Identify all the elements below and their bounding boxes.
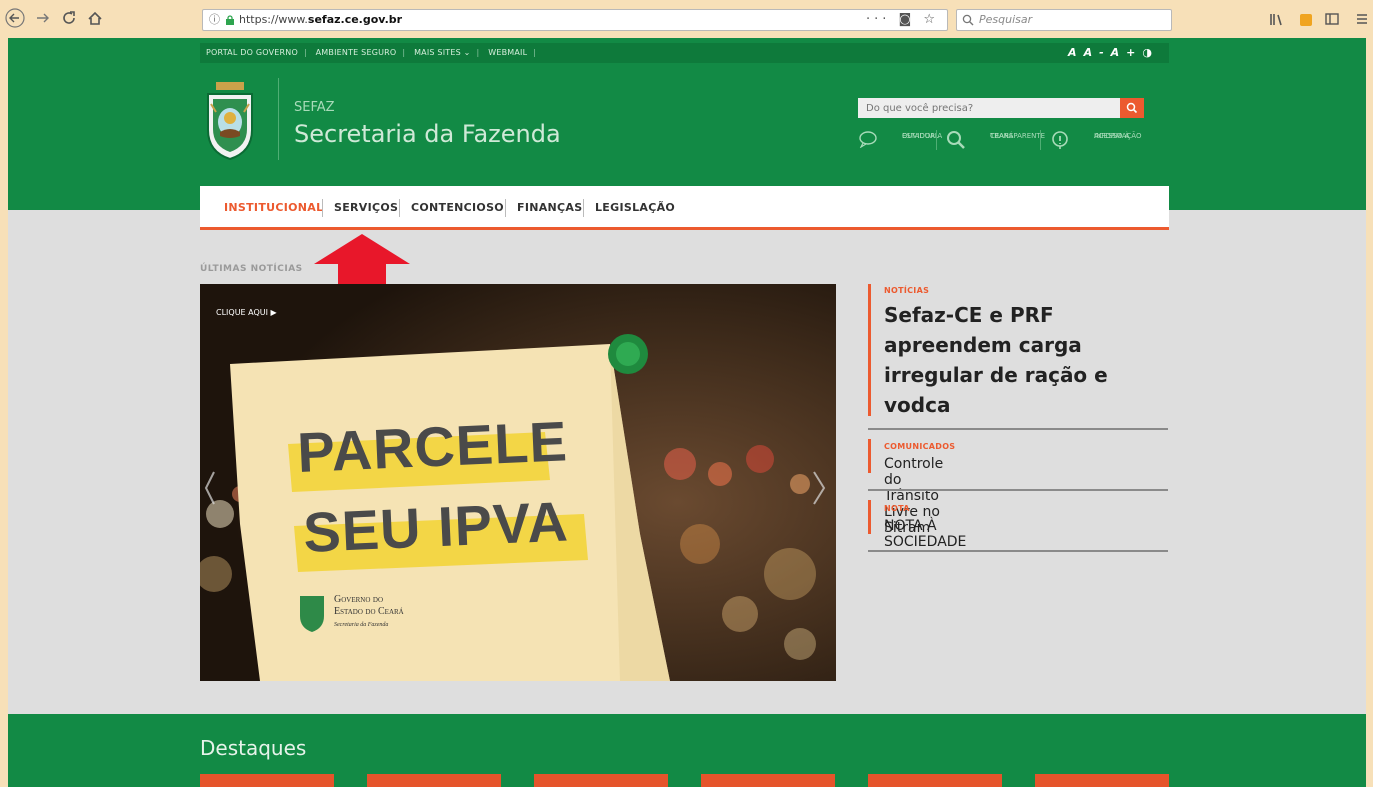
- info-icon[interactable]: ⓘ: [209, 10, 220, 30]
- site-search-button[interactable]: [1120, 98, 1144, 118]
- font-increase-button[interactable]: A+: [1111, 46, 1143, 59]
- menu-divider: [322, 199, 323, 217]
- browser-search-placeholder: Pesquisar: [979, 13, 1033, 26]
- link-ambiente-seguro[interactable]: AMBIENTE SEGURO: [316, 48, 397, 57]
- news-carousel[interactable]: CLIQUE AQUI ▶ PARCELE SEU IPVA Governo d…: [200, 284, 836, 681]
- transparente-label: CEARÁ TRANSPARENTE: [968, 130, 1045, 140]
- acesso-line2: INFORMAÇÃO: [1094, 132, 1142, 140]
- font-reset-button[interactable]: A: [1068, 46, 1084, 59]
- state-crest-icon[interactable]: [202, 82, 258, 160]
- top-links-bar: PORTAL DO GOVERNO | AMBIENTE SEGURO | MAIS…: [200, 43, 1169, 63]
- url-text: https://www.sefaz.ce.gov.br: [239, 10, 402, 30]
- menu-icon[interactable]: [1356, 9, 1368, 31]
- bookmark-star-icon[interactable]: ☆: [923, 12, 939, 27]
- menu-divider: [505, 199, 506, 217]
- magnifier-icon: [947, 131, 965, 149]
- accessibility-controls: AA-A+◑: [1068, 43, 1159, 63]
- menu-item-financas[interactable]: FINANÇAS: [517, 201, 582, 214]
- brand-title[interactable]: Secretaria da Fazenda: [294, 120, 561, 148]
- menu-item-institucional[interactable]: INSTITUCIONAL: [224, 201, 323, 214]
- divider: |: [476, 48, 480, 57]
- home-icon[interactable]: [86, 8, 104, 30]
- destaque-card[interactable]: [534, 774, 668, 787]
- news-tag: NOTA: [884, 504, 910, 513]
- info-icon: [1052, 131, 1068, 149]
- browser-toolbar: ⓘ https://www.sefaz.ce.gov.br ··· ◙ ☆ Pe…: [0, 0, 1373, 38]
- menu-divider: [583, 199, 584, 217]
- destaque-card[interactable]: [868, 774, 1002, 787]
- menu-item-legislacao[interactable]: LEGISLAÇÃO: [595, 201, 675, 214]
- pocket-icon[interactable]: ◙: [899, 12, 916, 27]
- acesso-label: ACESSO À INFORMAÇÃO: [1072, 130, 1142, 140]
- search-icon: [962, 14, 974, 26]
- search-icon: [1126, 102, 1138, 114]
- lock-icon: [226, 15, 234, 25]
- extension-icon[interactable]: [1300, 14, 1312, 26]
- library-icon[interactable]: [1268, 9, 1284, 31]
- more-icon[interactable]: ···: [866, 12, 890, 27]
- link-mais-sites[interactable]: MAIS SITES ⌄: [414, 48, 470, 57]
- carousel-image: [200, 284, 836, 681]
- banner-headline-line1: PARCELE: [296, 409, 569, 484]
- destaque-card[interactable]: [701, 774, 835, 787]
- section-label: ÚLTIMAS NOTÍCIAS: [200, 264, 303, 274]
- banner-gov-logo-text: Governo do Estado do Ceará Secretaria da…: [334, 594, 404, 631]
- banner-headline-line2: SEU IPVA: [302, 489, 570, 564]
- link-webmail[interactable]: WEBMAIL: [488, 48, 527, 57]
- gov-line2: Estado do Ceará: [334, 606, 404, 617]
- ouvidoria-label: OUVIDORIA ESTADUAL: [880, 130, 950, 140]
- news-tag: NOTÍCIAS: [884, 286, 930, 295]
- gov-line3: Secretaria da Fazenda: [334, 622, 389, 628]
- page-actions: ··· ◙ ☆: [866, 10, 939, 30]
- news-divider: [868, 550, 1168, 552]
- sidebar-icon[interactable]: [1324, 9, 1340, 31]
- destaque-card[interactable]: [200, 774, 334, 787]
- destaques-section: Destaques: [8, 714, 1366, 787]
- quick-divider: [936, 130, 937, 150]
- reload-icon[interactable]: [60, 8, 78, 30]
- site-search-input[interactable]: [858, 98, 1120, 118]
- address-bar[interactable]: ⓘ https://www.sefaz.ce.gov.br ··· ◙ ☆: [202, 9, 948, 31]
- menu-divider: [399, 199, 400, 217]
- divider: |: [303, 48, 307, 57]
- menu-item-contencioso[interactable]: CONTENCIOSO: [411, 201, 504, 214]
- destaque-card[interactable]: [1035, 774, 1169, 787]
- web-page: PORTAL DO GOVERNO | AMBIENTE SEGURO | MAIS…: [8, 38, 1366, 787]
- news-accent-bar: [868, 284, 871, 416]
- destaques-title: Destaques: [200, 736, 307, 760]
- top-links: PORTAL DO GOVERNO | AMBIENTE SEGURO | MAIS…: [206, 43, 542, 63]
- font-decrease-button[interactable]: A-: [1084, 46, 1111, 59]
- chat-bubble-icon: [859, 131, 877, 148]
- site-header: PORTAL DO GOVERNO | AMBIENTE SEGURO | MAIS…: [8, 38, 1366, 210]
- back-icon[interactable]: [4, 8, 26, 30]
- brand-acronym: SEFAZ: [294, 100, 335, 115]
- news-divider: [868, 489, 1168, 491]
- link-ceara-transparente[interactable]: CEARÁ TRANSPARENTE: [946, 128, 1045, 152]
- news-accent-bar: [868, 500, 871, 534]
- destaque-card[interactable]: [367, 774, 501, 787]
- link-ouvidoria[interactable]: OUVIDORIA ESTADUAL: [858, 128, 942, 152]
- url-prefix: https://www.: [239, 13, 308, 26]
- site-search: [858, 98, 1144, 118]
- brand-divider: [278, 78, 279, 160]
- divider: |: [402, 48, 406, 57]
- divider: |: [533, 48, 537, 57]
- link-portal-do-governo[interactable]: PORTAL DO GOVERNO: [206, 48, 298, 57]
- menu-item-servicos[interactable]: SERVIÇOS: [334, 201, 398, 214]
- quick-divider: [1040, 130, 1041, 150]
- news-divider: [868, 428, 1168, 430]
- click-here-link[interactable]: CLIQUE AQUI ▶: [216, 308, 277, 317]
- forward-icon[interactable]: [34, 8, 52, 30]
- news-accent-bar: [868, 439, 871, 473]
- url-domain: sefaz.ce.gov.br: [307, 13, 403, 26]
- news-headline[interactable]: Sefaz-CE e PRF apreendem carga irregular…: [884, 300, 1164, 420]
- contrast-icon[interactable]: ◑: [1142, 46, 1159, 59]
- browser-search-input[interactable]: Pesquisar: [956, 9, 1172, 31]
- news-headline[interactable]: NOTA À SOCIEDADE: [884, 518, 966, 550]
- main-menu: INSTITUCIONAL SERVIÇOS CONTENCIOSO FINAN…: [200, 186, 1169, 230]
- link-acesso-informacao[interactable]: ACESSO À INFORMAÇÃO: [1050, 128, 1146, 152]
- gov-line1: Governo do: [334, 594, 383, 605]
- news-tag: COMUNICADOS: [884, 442, 956, 451]
